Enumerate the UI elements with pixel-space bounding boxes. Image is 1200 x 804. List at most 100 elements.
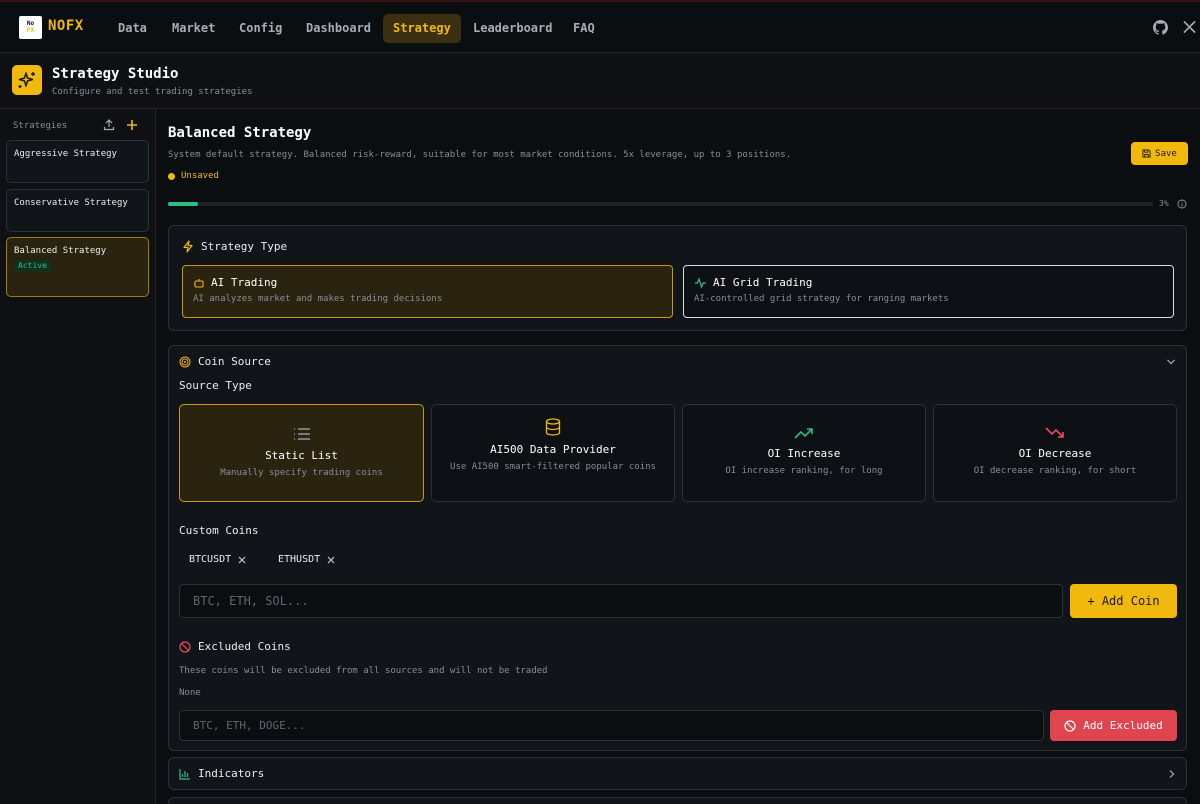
trending-down-icon bbox=[1045, 427, 1065, 439]
excluded-coins-desc: These coins will be excluded from all so… bbox=[179, 666, 548, 676]
lightning-icon bbox=[182, 240, 194, 253]
coin-input[interactable]: BTC, ETH, SOL... bbox=[179, 584, 1063, 618]
oi-increase-title: OI Increase bbox=[767, 447, 841, 460]
add-strategy-icon[interactable] bbox=[126, 119, 138, 131]
sidebar-item-label: Balanced Strategy bbox=[14, 246, 107, 256]
coin-source-title[interactable]: Coin Source bbox=[179, 355, 271, 368]
database-icon bbox=[545, 418, 561, 436]
save-button[interactable]: Save bbox=[1131, 142, 1188, 165]
sidebar-item-label: Aggressive Strategy bbox=[14, 149, 117, 159]
source-oi-increase[interactable]: OI Increase OI increase ranking, for lon… bbox=[682, 404, 926, 502]
status-dot-icon bbox=[168, 172, 175, 180]
nav-data[interactable]: Data bbox=[108, 14, 157, 43]
robot-icon bbox=[193, 277, 205, 289]
source-type-label: Source Type bbox=[179, 379, 252, 392]
indicators-title: Indicators bbox=[179, 767, 264, 780]
ai-trading-option[interactable]: AI Trading AI analyzes market and makes … bbox=[182, 265, 673, 318]
coin-source-label: Coin Source bbox=[198, 355, 271, 368]
remove-coin-icon[interactable] bbox=[238, 556, 246, 564]
coin-source-panel: Coin Source Source Type Static List Manu… bbox=[168, 345, 1187, 751]
trending-up-icon bbox=[794, 427, 814, 439]
target-icon bbox=[179, 356, 191, 368]
sparkles-icon bbox=[12, 65, 42, 95]
excluded-coin-input[interactable]: BTC, ETH, DOGE... bbox=[179, 710, 1044, 741]
studio-header: Strategy Studio Configure and test tradi… bbox=[0, 53, 1200, 109]
unsaved-status: Unsaved bbox=[168, 171, 219, 181]
progress-bar bbox=[168, 202, 1153, 206]
strategy-type-label: Strategy Type bbox=[201, 240, 288, 253]
nav-faq[interactable]: FAQ bbox=[563, 14, 605, 43]
source-ai500-provider[interactable]: AI500 Data Provider Use AI500 smart-filt… bbox=[431, 404, 675, 502]
unsaved-label: Unsaved bbox=[181, 171, 219, 181]
static-list-desc: Manually specify trading coins bbox=[220, 468, 383, 478]
coin-chip: BTCUSDT bbox=[189, 554, 246, 565]
ban-icon bbox=[1064, 719, 1076, 732]
ban-icon bbox=[179, 640, 191, 653]
save-icon bbox=[1142, 149, 1151, 158]
logo-mark-top: No bbox=[26, 20, 35, 27]
active-badge: Active bbox=[14, 260, 51, 272]
add-coin-button[interactable]: + Add Coin bbox=[1070, 584, 1177, 618]
oi-increase-desc: OI increase ranking, for long bbox=[725, 466, 883, 476]
add-excluded-label: Add Excluded bbox=[1083, 719, 1163, 732]
logo-text[interactable]: NOFX bbox=[48, 18, 84, 34]
remove-coin-icon[interactable] bbox=[327, 556, 335, 564]
studio-title: Strategy Studio bbox=[52, 66, 179, 82]
next-panel bbox=[168, 797, 1187, 804]
coin-chip-label: ETHUSDT bbox=[278, 554, 321, 565]
oi-decrease-title: OI Decrease bbox=[1018, 447, 1092, 460]
coin-chip-label: BTCUSDT bbox=[189, 554, 232, 565]
activity-icon bbox=[694, 276, 707, 289]
upload-icon[interactable] bbox=[103, 119, 115, 131]
excluded-none-label: None bbox=[179, 688, 201, 698]
source-static-list[interactable]: Static List Manually specify trading coi… bbox=[179, 404, 424, 502]
nav-market[interactable]: Market bbox=[162, 14, 225, 43]
strategy-editor: Balanced Strategy System default strateg… bbox=[156, 109, 1200, 804]
logo-mark-bottom: FX bbox=[26, 27, 35, 34]
strategy-type-title: Strategy Type bbox=[182, 240, 287, 253]
strategy-type-panel: Strategy Type AI Trading AI analyzes mar… bbox=[168, 225, 1187, 331]
strategy-title: Balanced Strategy bbox=[168, 125, 312, 141]
sidebar-label: Strategies bbox=[13, 121, 68, 131]
excluded-coins-label: Excluded Coins bbox=[198, 640, 291, 653]
github-icon[interactable] bbox=[1153, 20, 1168, 35]
save-label: Save bbox=[1155, 148, 1177, 159]
chevron-down-icon[interactable] bbox=[1166, 358, 1176, 366]
indicators-panel[interactable]: Indicators bbox=[168, 757, 1187, 790]
static-list-title: Static List bbox=[265, 449, 338, 462]
bar-chart-icon bbox=[179, 768, 191, 780]
excluded-coins-title: Excluded Coins bbox=[179, 640, 291, 653]
ai-grid-trading-desc: AI-controlled grid strategy for ranging … bbox=[694, 294, 949, 304]
coin-chip: ETHUSDT bbox=[278, 554, 335, 565]
sidebar-item-aggressive[interactable]: Aggressive Strategy bbox=[6, 140, 149, 183]
add-excluded-button[interactable]: Add Excluded bbox=[1050, 710, 1177, 741]
ai500-desc: Use AI500 smart-filtered popular coins bbox=[450, 462, 656, 472]
nav-dashboard[interactable]: Dashboard bbox=[296, 14, 381, 43]
nav-leaderboard[interactable]: Leaderboard bbox=[463, 14, 562, 43]
indicators-label: Indicators bbox=[198, 767, 265, 780]
oi-decrease-desc: OI decrease ranking, for short bbox=[973, 466, 1137, 476]
ai-grid-trading-option[interactable]: AI Grid Trading AI-controlled grid strat… bbox=[683, 265, 1174, 318]
sidebar-item-balanced[interactable]: Balanced Strategy Active bbox=[6, 237, 149, 297]
logo-mark[interactable]: No FX bbox=[19, 16, 42, 39]
strategy-description: System default strategy. Balanced risk-r… bbox=[168, 150, 792, 160]
sidebar-item-conservative[interactable]: Conservative Strategy bbox=[6, 189, 149, 232]
nav-strategy[interactable]: Strategy bbox=[383, 14, 461, 43]
ai-trading-desc: AI analyzes market and makes trading dec… bbox=[193, 294, 443, 304]
custom-coins-label: Custom Coins bbox=[179, 524, 259, 537]
chevron-right-icon[interactable] bbox=[1168, 769, 1176, 779]
info-icon[interactable] bbox=[1177, 199, 1187, 209]
source-oi-decrease[interactable]: OI Decrease OI decrease ranking, for sho… bbox=[933, 404, 1177, 502]
ai-trading-title: AI Trading bbox=[211, 276, 278, 289]
list-icon bbox=[293, 427, 311, 441]
ai-grid-trading-title: AI Grid Trading bbox=[713, 276, 813, 289]
x-twitter-icon[interactable] bbox=[1183, 20, 1196, 34]
nav-config[interactable]: Config bbox=[229, 14, 292, 43]
sidebar-item-label: Conservative Strategy bbox=[14, 198, 128, 208]
studio-subtitle: Configure and test trading strategies bbox=[52, 87, 253, 97]
progress-fill bbox=[168, 202, 198, 206]
top-nav: No FX NOFX Data Market Config Dashboard … bbox=[0, 0, 1200, 53]
ai500-title: AI500 Data Provider bbox=[490, 443, 616, 456]
progress-percent: 3% bbox=[1159, 199, 1169, 208]
strategy-sidebar: Strategies Aggressive Strategy Conservat… bbox=[0, 109, 156, 804]
